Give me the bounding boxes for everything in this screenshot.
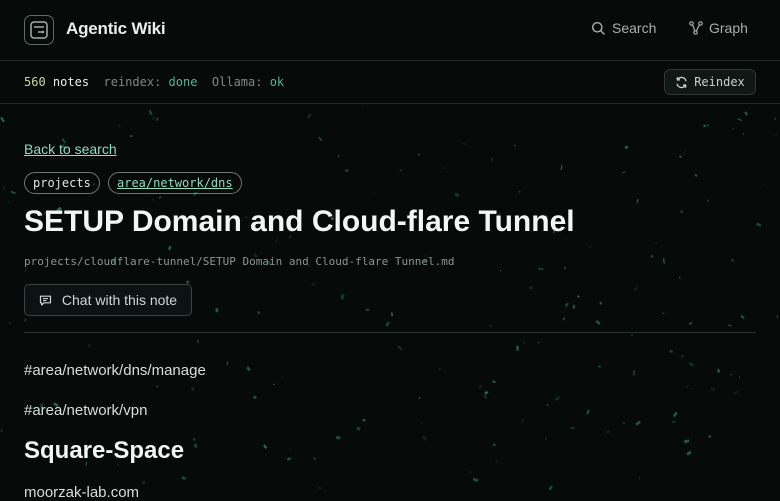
chat-bubble-icon	[39, 295, 52, 306]
ollama-status-key: Ollama:	[211, 75, 263, 89]
note-title: SETUP Domain and Cloud-flare Tunnel	[24, 205, 575, 238]
search-nav-label: Search	[612, 20, 657, 36]
app-brand[interactable]: Agentic Wiki	[66, 19, 166, 39]
hashtag-vpn[interactable]: #area/network/vpn	[24, 402, 147, 419]
reindex-button[interactable]: Reindex	[664, 69, 756, 95]
logo-icon[interactable]	[24, 15, 54, 45]
notes-label: notes	[52, 75, 90, 89]
refresh-icon	[676, 76, 687, 88]
tag-chip-area-network-dns[interactable]: area/network/dns	[108, 172, 242, 194]
back-to-search-link[interactable]: Back to search	[24, 141, 117, 157]
graph-nodes-icon	[689, 21, 703, 35]
graph-nav-button[interactable]: Graph	[689, 20, 748, 36]
notes-count: 560	[24, 75, 46, 89]
reindex-status-key: reindex:	[103, 75, 162, 89]
ollama-status-value: ok	[269, 75, 285, 89]
status-bar: 560 notes reindex: done Ollama: ok Reind…	[0, 61, 780, 104]
top-nav-bar: Agentic Wiki Search Graph	[0, 0, 780, 61]
terminal-window-icon	[30, 21, 48, 39]
content-divider	[24, 332, 756, 333]
note-view: Back to search projects area/network/dns…	[0, 104, 780, 501]
chat-button-label: Chat with this note	[61, 292, 178, 308]
note-file-path: projects/cloudflare-tunnel/SETUP Domain …	[24, 255, 455, 268]
status-line: 560 notes reindex: done Ollama: ok	[24, 75, 284, 89]
reindex-status-value: done	[168, 75, 198, 89]
reindex-button-label: Reindex	[694, 75, 745, 89]
graph-nav-label: Graph	[709, 20, 748, 36]
search-nav-button[interactable]: Search	[591, 20, 656, 36]
section-heading: Square-Space	[24, 437, 185, 464]
chat-with-note-button[interactable]: Chat with this note	[24, 284, 192, 316]
tag-chip-projects[interactable]: projects	[24, 172, 100, 194]
search-icon	[592, 21, 605, 35]
hashtag-dns-manage[interactable]: #area/network/dns/manage	[24, 362, 206, 379]
